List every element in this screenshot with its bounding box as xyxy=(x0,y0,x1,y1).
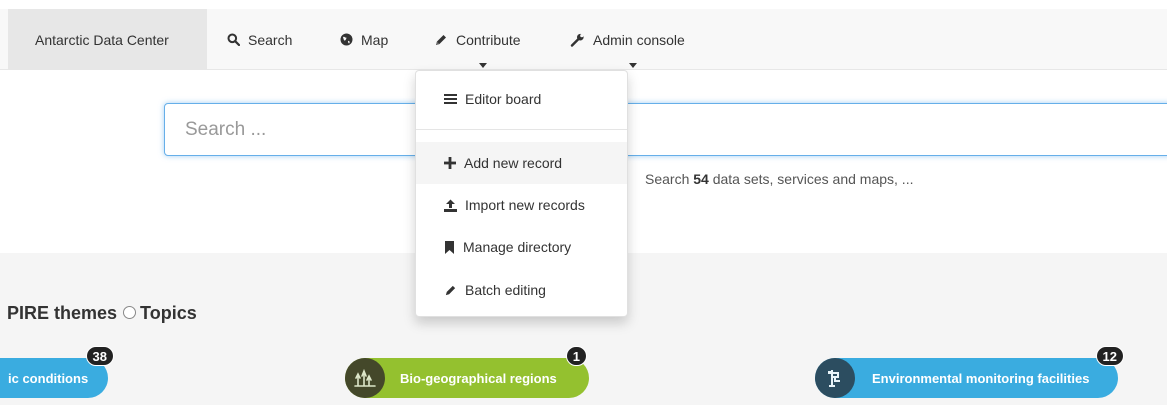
theme-switcher: PIRE themes Topics xyxy=(7,303,197,324)
monitoring-facility-icon xyxy=(815,358,855,398)
contribute-caret-icon xyxy=(479,63,487,68)
inspire-themes-option[interactable]: PIRE themes xyxy=(7,303,117,323)
menu-divider xyxy=(416,129,627,130)
category-pill-conditions[interactable]: ic conditions 38 xyxy=(0,346,114,398)
search-stats-suffix: data sets, services and maps, ... xyxy=(712,171,914,187)
menu-item-label: Editor board xyxy=(465,91,542,107)
nav-map[interactable]: Map xyxy=(340,9,388,70)
menu-item-label: Batch editing xyxy=(465,282,546,298)
list-icon xyxy=(444,94,457,104)
topics-radio[interactable] xyxy=(123,306,137,320)
pencil-icon xyxy=(445,285,456,295)
menu-item-add-new-record[interactable]: Add new record xyxy=(416,142,627,184)
search-input[interactable]: Search ... xyxy=(164,103,1167,156)
contribute-dropdown-menu: Editor board Add new record Import new r… xyxy=(415,70,628,317)
menu-item-label: Add new record xyxy=(464,155,563,171)
menu-item-label: Manage directory xyxy=(463,239,572,255)
menu-item-import-new-records[interactable]: Import new records xyxy=(416,184,627,226)
count-badge: 1 xyxy=(565,346,587,366)
menu-item-manage-directory[interactable]: Manage directory xyxy=(416,226,627,268)
topics-option[interactable]: Topics xyxy=(140,303,197,323)
nav-contribute[interactable]: Contribute xyxy=(434,9,521,70)
bio-region-icon xyxy=(345,358,385,398)
pencil-icon xyxy=(436,34,446,45)
menu-item-batch-editing[interactable]: Batch editing xyxy=(416,269,627,311)
search-stats: Search 54 data sets, services and maps, … xyxy=(645,171,913,187)
category-label: ic conditions xyxy=(8,370,89,386)
search-stats-count: 54 xyxy=(693,171,709,187)
nav-admin-console[interactable]: Admin console xyxy=(570,9,685,70)
category-label: Environmental monitoring facilities xyxy=(872,370,1090,386)
search-stats-prefix: Search xyxy=(645,171,690,187)
upload-icon xyxy=(444,199,457,212)
category-label: Bio-geographical regions xyxy=(400,370,557,386)
nav-search[interactable]: Search xyxy=(227,9,292,70)
bookmark-icon xyxy=(445,240,454,254)
search-icon xyxy=(227,33,240,46)
nav-contribute-label: Contribute xyxy=(456,31,521,48)
admin-caret-icon xyxy=(629,63,637,68)
nav-map-label: Map xyxy=(361,31,389,48)
globe-icon xyxy=(340,33,353,46)
category-pill-environmental-monitoring[interactable]: Environmental monitoring facilities 12 xyxy=(815,346,1124,398)
top-navbar: Antarctic Data Center Search Map Contrib… xyxy=(0,9,1167,70)
nav-search-label: Search xyxy=(248,31,293,48)
count-badge: 38 xyxy=(85,346,114,366)
wrench-icon xyxy=(570,33,584,47)
menu-item-label: Import new records xyxy=(465,197,585,213)
category-pill-bio-geographical[interactable]: Bio-geographical regions 1 xyxy=(345,346,589,398)
menu-item-editor-board[interactable]: Editor board xyxy=(416,78,627,120)
count-badge: 12 xyxy=(1095,346,1124,366)
top-strip xyxy=(0,0,1167,9)
plus-icon xyxy=(444,157,456,169)
nav-admin-console-label: Admin console xyxy=(593,31,685,48)
brand-link[interactable]: Antarctic Data Center xyxy=(8,9,207,70)
